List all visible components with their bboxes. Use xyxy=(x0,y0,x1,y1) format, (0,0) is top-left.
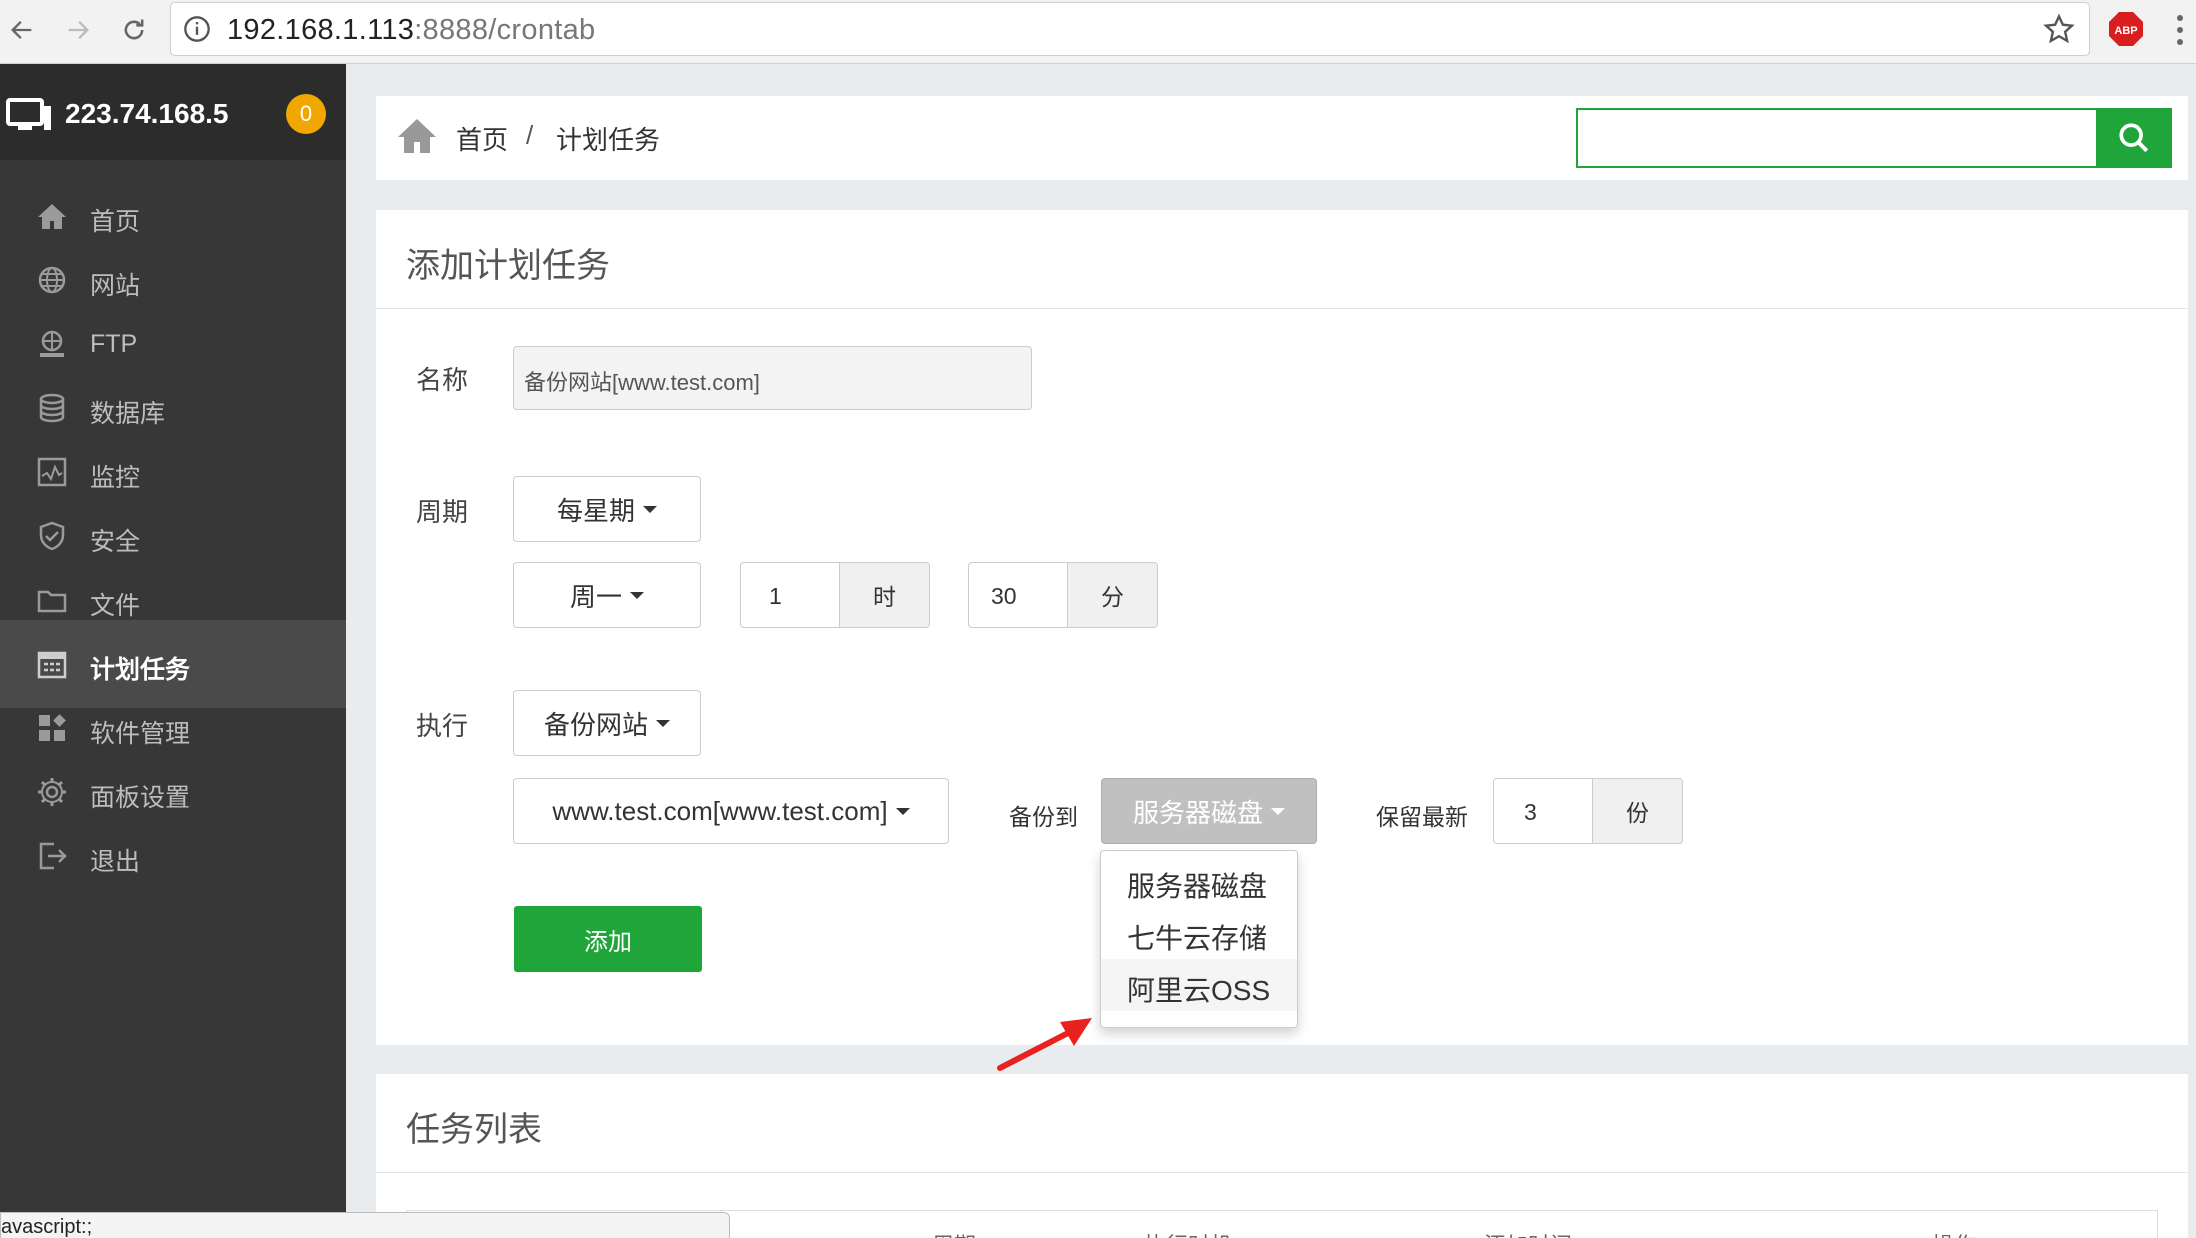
folder-icon xyxy=(37,590,67,613)
sidebar-item-label: 软件管理 xyxy=(90,720,191,748)
sidebar-item-label: 监控 xyxy=(90,464,141,492)
reload-button[interactable] xyxy=(114,10,154,50)
apps-icon xyxy=(39,714,66,741)
backup-destination-menu: 服务器磁盘 七牛云存储 阿里云OSS xyxy=(1100,850,1298,1028)
caret-down-icon xyxy=(895,807,910,815)
caret-down-icon xyxy=(643,505,657,513)
sidebar-item-label: 文件 xyxy=(90,592,141,620)
top-bar: 首页 / 计划任务 xyxy=(376,96,2188,180)
sidebar-item-label: 首页 xyxy=(90,208,141,236)
sidebar: 223.74.168.5 0 首页 网站 FTP 数据库 监控 安全 文件 计划… xyxy=(0,64,346,1238)
site-dropdown[interactable]: www.test.com[www.test.com] xyxy=(513,778,949,844)
column-header-cycle: 周期 xyxy=(932,1228,976,1238)
shield-icon xyxy=(39,521,65,551)
menu-item-qiniu[interactable]: 七牛云存储 xyxy=(1101,907,1297,959)
cycle-label: 周期 xyxy=(416,497,469,527)
search-icon xyxy=(2119,123,2149,153)
column-header-add-time: 添加时间 xyxy=(1484,1228,1572,1238)
back-arrow-icon xyxy=(11,21,32,39)
site-dropdown-value: www.test.com[www.test.com] xyxy=(552,795,888,826)
url-path: :8888/crontab xyxy=(414,14,596,46)
hour-input-group: 1 时 xyxy=(740,562,930,628)
keep-count-unit: 份 xyxy=(1593,778,1683,844)
panel-title: 任务列表 xyxy=(406,1111,542,1149)
browser-menu-icon[interactable] xyxy=(2176,14,2184,46)
server-monitor-icon xyxy=(6,98,51,130)
breadcrumb-home[interactable]: 首页 xyxy=(456,120,508,157)
menu-item-server-disk[interactable]: 服务器磁盘 xyxy=(1101,855,1297,907)
url-text: 192.168.1.113:8888/crontab xyxy=(227,14,595,47)
sidebar-item-label: 网站 xyxy=(90,272,141,300)
backup-to-label: 备份到 xyxy=(1009,804,1078,830)
globe-icon xyxy=(38,266,66,294)
svg-text:ABP: ABP xyxy=(2114,25,2137,37)
sidebar-item-label: 退出 xyxy=(90,848,141,876)
server-ip: 223.74.168.5 xyxy=(65,98,229,129)
keep-count-group: 3 份 xyxy=(1493,778,1683,844)
search-input[interactable] xyxy=(1576,108,2100,168)
hour-unit: 时 xyxy=(840,562,930,628)
sidebar-item-label: 安全 xyxy=(90,528,141,556)
cycle-dropdown-value: 每星期 xyxy=(556,495,635,526)
weekday-dropdown-value: 周一 xyxy=(569,581,622,612)
caret-down-icon xyxy=(1271,807,1285,815)
exec-dropdown[interactable]: 备份网站 xyxy=(513,690,701,756)
sidebar-item-label: 数据库 xyxy=(90,400,166,428)
sidebar-item-label: FTP xyxy=(90,330,138,358)
caret-down-icon xyxy=(630,591,644,599)
browser-toolbar: 192.168.1.113:8888/crontab ABP xyxy=(0,0,2196,64)
exec-label: 执行 xyxy=(416,711,469,741)
gear-icon xyxy=(38,778,66,806)
name-label: 名称 xyxy=(416,365,469,395)
address-bar[interactable]: 192.168.1.113:8888/crontab xyxy=(170,2,2090,56)
keep-latest-label: 保留最新 xyxy=(1376,804,1468,830)
back-button[interactable] xyxy=(2,10,42,50)
ftp-icon xyxy=(40,330,64,357)
column-header-exec-time: 执行时机 xyxy=(1144,1228,1232,1238)
task-name-input[interactable]: 备份网站[www.test.com] xyxy=(513,346,1032,410)
logout-icon xyxy=(39,842,67,870)
search-button[interactable] xyxy=(2096,108,2172,168)
minute-input-group: 30 分 xyxy=(968,562,1158,628)
monitor-chart-icon xyxy=(37,457,67,487)
forward-arrow-icon xyxy=(68,21,89,39)
bookmark-star-icon[interactable] xyxy=(2043,13,2075,45)
home-icon[interactable] xyxy=(396,116,438,156)
column-header-actions: 操作 xyxy=(1932,1228,1976,1238)
caret-down-icon xyxy=(656,719,670,727)
database-icon xyxy=(39,393,65,423)
backup-destination-dropdown[interactable]: 服务器磁盘 xyxy=(1101,778,1317,844)
panel-divider xyxy=(376,308,2188,309)
calendar-icon xyxy=(37,651,67,679)
reload-icon xyxy=(124,19,144,40)
panel-divider xyxy=(376,1172,2188,1173)
breadcrumb-current: 计划任务 xyxy=(556,125,661,155)
minute-unit: 分 xyxy=(1068,562,1158,628)
menu-item-aliyun-oss[interactable]: 阿里云OSS xyxy=(1101,959,1297,1011)
keep-count-input[interactable]: 3 xyxy=(1493,778,1593,844)
sidebar-header: 223.74.168.5 0 xyxy=(0,64,346,160)
panel-title: 添加计划任务 xyxy=(406,247,610,285)
sidebar-item-logout[interactable]: 退出 xyxy=(0,812,346,900)
backup-destination-value: 服务器磁盘 xyxy=(1132,797,1263,828)
cycle-dropdown[interactable]: 每星期 xyxy=(513,476,701,542)
status-bar-link-preview: avascript:; xyxy=(0,1212,730,1238)
exec-dropdown-value: 备份网站 xyxy=(543,709,648,740)
sidebar-item-label: 计划任务 xyxy=(90,656,191,684)
breadcrumb-separator: / xyxy=(526,120,534,150)
url-host: 192.168.1.113 xyxy=(227,14,415,46)
adblock-plus-icon[interactable]: ABP xyxy=(2108,11,2144,47)
forward-button[interactable] xyxy=(58,10,98,50)
notification-badge[interactable]: 0 xyxy=(286,94,326,134)
sidebar-item-label: 面板设置 xyxy=(90,784,191,812)
red-arrow-annotation xyxy=(997,1018,1092,1071)
add-button[interactable]: 添加 xyxy=(514,906,702,972)
weekday-dropdown[interactable]: 周一 xyxy=(513,562,701,628)
info-icon[interactable] xyxy=(183,15,211,43)
home-icon xyxy=(38,204,66,229)
hour-input[interactable]: 1 xyxy=(740,562,840,628)
minute-input[interactable]: 30 xyxy=(968,562,1068,628)
